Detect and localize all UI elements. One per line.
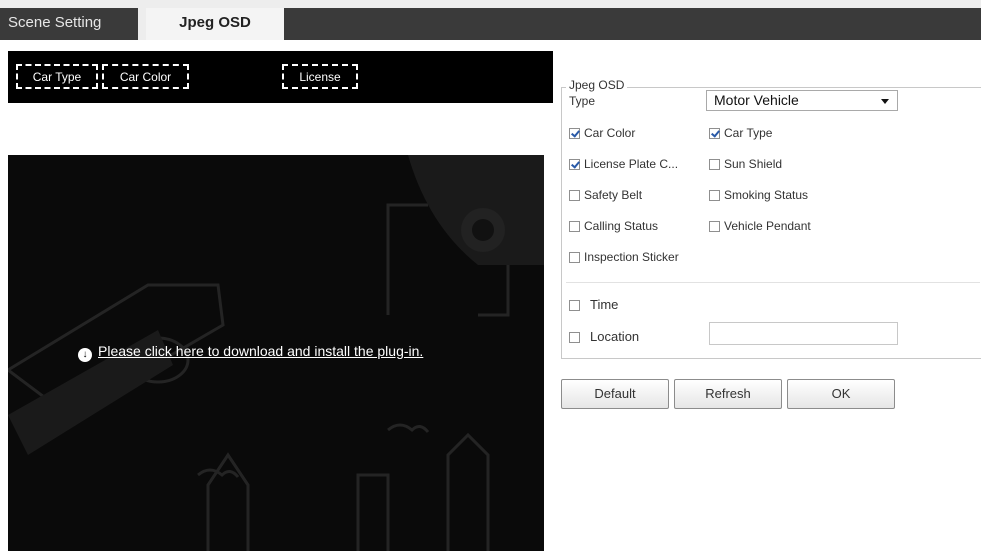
checkbox-safety-belt[interactable]: Safety Belt [569, 188, 642, 202]
checkbox-location[interactable]: Location [569, 329, 639, 344]
checkbox-label: Location [590, 329, 640, 344]
checkbox-icon[interactable] [569, 190, 580, 201]
checkbox-label: Smoking Status [724, 188, 809, 202]
checkbox-time[interactable]: Time [569, 297, 618, 312]
jpeg-osd-legend: Jpeg OSD [566, 78, 628, 92]
default-button[interactable]: Default [561, 379, 669, 409]
checkbox-icon[interactable] [709, 128, 720, 139]
type-select-value: Motor Vehicle [714, 92, 799, 108]
plugin-download-text[interactable]: Please click here to download and instal… [98, 343, 423, 359]
tab-scene-setting[interactable]: Scene Setting [0, 8, 138, 40]
checkbox-icon[interactable] [569, 128, 580, 139]
osd-box-license[interactable]: License [282, 64, 358, 89]
checkbox-sun-shield[interactable]: Sun Shield [709, 157, 782, 171]
checkbox-vehicle-pendant[interactable]: Vehicle Pendant [709, 219, 811, 233]
refresh-button[interactable]: Refresh [674, 379, 782, 409]
tab-bar: Scene Setting Jpeg OSD [0, 0, 981, 40]
download-arrow-icon: ↓ [78, 348, 92, 362]
video-preview: ↓ Please click here to download and insta… [8, 155, 544, 551]
checkbox-label: Car Color [584, 126, 636, 140]
checkbox-icon[interactable] [569, 252, 580, 263]
tab-gap [138, 8, 146, 40]
checkbox-label: Inspection Sticker [584, 250, 679, 264]
checkbox-license-plate[interactable]: License Plate C... [569, 157, 678, 171]
checkbox-label: Calling Status [584, 219, 659, 233]
checkbox-icon[interactable] [569, 332, 580, 343]
plugin-download-link[interactable]: ↓ Please click here to download and insta… [78, 343, 423, 362]
checkbox-smoking-status[interactable]: Smoking Status [709, 188, 808, 202]
tab-jpeg-osd[interactable]: Jpeg OSD [146, 8, 284, 40]
location-input[interactable] [709, 322, 898, 345]
checkbox-icon[interactable] [709, 221, 720, 232]
type-select[interactable]: Motor Vehicle [706, 90, 898, 111]
checkbox-label: Car Type [724, 126, 773, 140]
checkbox-label: Time [590, 297, 619, 312]
osd-box-car-color[interactable]: Car Color [102, 64, 189, 89]
type-label: Type [569, 94, 596, 108]
checkbox-car-color[interactable]: Car Color [569, 126, 635, 140]
checkbox-icon[interactable] [569, 221, 580, 232]
checkbox-label: Vehicle Pendant [724, 219, 811, 233]
checkbox-inspection-sticker[interactable]: Inspection Sticker [569, 250, 679, 264]
checkbox-icon[interactable] [709, 159, 720, 170]
chevron-down-icon [881, 99, 889, 104]
section-divider [566, 282, 980, 283]
checkbox-car-type[interactable]: Car Type [709, 126, 772, 140]
checkbox-icon[interactable] [569, 300, 580, 311]
checkbox-icon[interactable] [709, 190, 720, 201]
ok-button[interactable]: OK [787, 379, 895, 409]
checkbox-icon[interactable] [569, 159, 580, 170]
checkbox-label: Safety Belt [584, 188, 643, 202]
tab-bar-fill [284, 8, 981, 40]
checkbox-calling-status[interactable]: Calling Status [569, 219, 658, 233]
checkbox-label: Sun Shield [724, 157, 783, 171]
osd-preview-strip: Car Type Car Color License [8, 51, 553, 103]
osd-box-car-type[interactable]: Car Type [16, 64, 98, 89]
checkbox-label: License Plate C... [584, 157, 679, 171]
